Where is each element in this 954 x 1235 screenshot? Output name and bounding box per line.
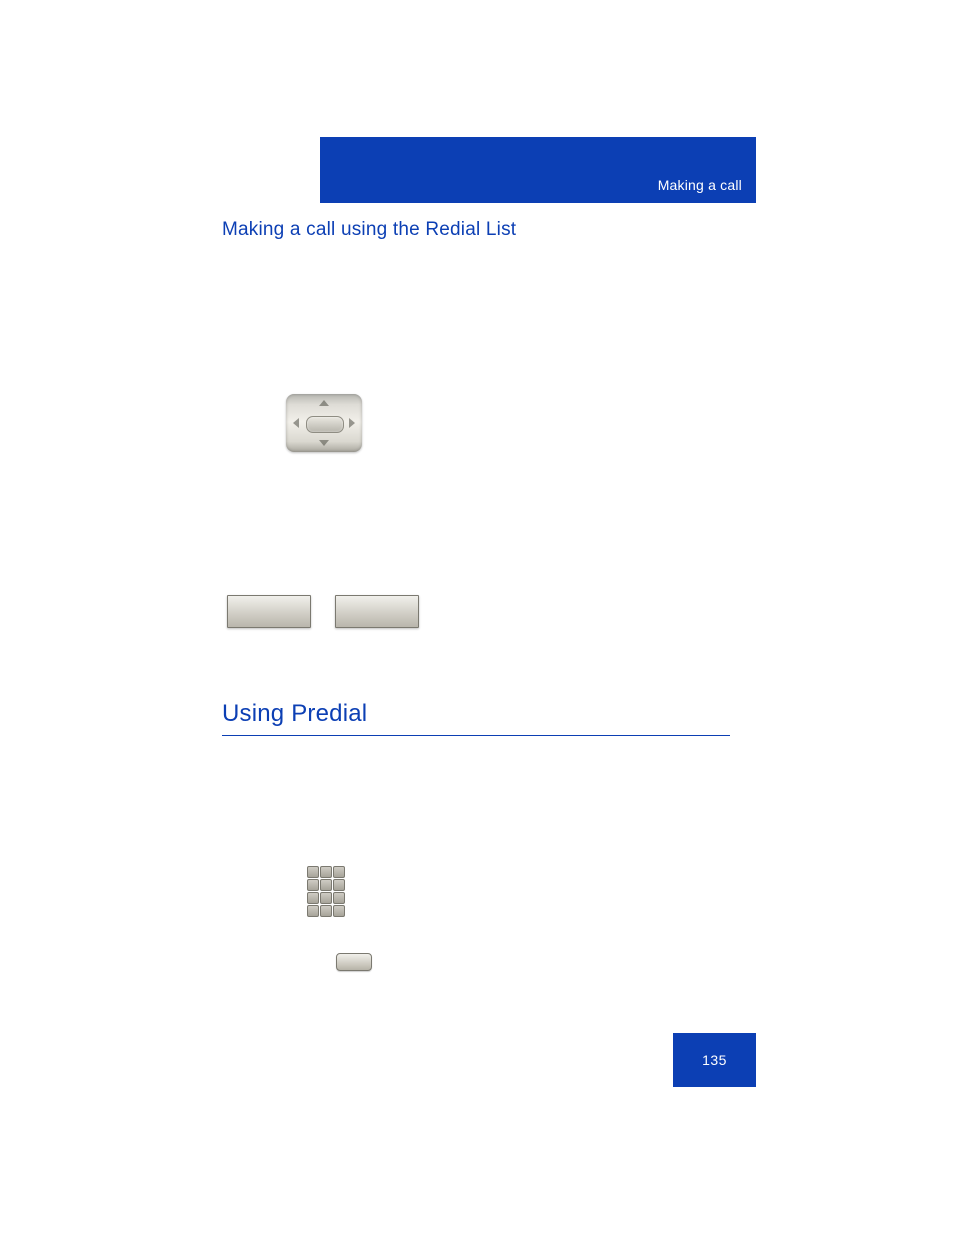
softkey-row <box>227 595 419 628</box>
nav-left-icon <box>293 418 299 428</box>
header-bar: Making a call <box>320 137 756 203</box>
dialpad-key <box>307 905 319 917</box>
dialpad-key <box>320 866 332 878</box>
navigation-keypad-icon <box>286 394 362 452</box>
dialpad-key <box>320 892 332 904</box>
dialpad-key <box>333 905 345 917</box>
nav-right-icon <box>349 418 355 428</box>
dialpad-key <box>333 892 345 904</box>
dialpad-illustration <box>307 866 343 915</box>
dialpad-key <box>320 905 332 917</box>
softkey-icon <box>227 595 311 628</box>
dialpad-key <box>307 879 319 891</box>
section-rule <box>222 735 730 736</box>
dialpad-key <box>307 866 319 878</box>
page-number: 135 <box>673 1033 756 1087</box>
dialpad-key <box>320 879 332 891</box>
dialpad-icon <box>307 866 343 915</box>
small-softkey-illustration <box>336 953 372 971</box>
page-number-text: 135 <box>702 1052 727 1068</box>
nav-enter-icon <box>306 416 344 433</box>
softkey-icon <box>336 953 372 971</box>
dialpad-key <box>333 866 345 878</box>
nav-pad-illustration <box>286 394 362 452</box>
running-header: Making a call <box>658 177 742 193</box>
dialpad-key <box>307 892 319 904</box>
dialpad-key <box>333 879 345 891</box>
softkey-icon <box>335 595 419 628</box>
document-page: Making a call Making a call using the Re… <box>0 0 954 1235</box>
subheading-redial-list: Making a call using the Redial List <box>222 219 516 241</box>
section-heading-using-predial: Using Predial <box>222 700 367 728</box>
nav-up-icon <box>319 400 329 406</box>
nav-down-icon <box>319 440 329 446</box>
